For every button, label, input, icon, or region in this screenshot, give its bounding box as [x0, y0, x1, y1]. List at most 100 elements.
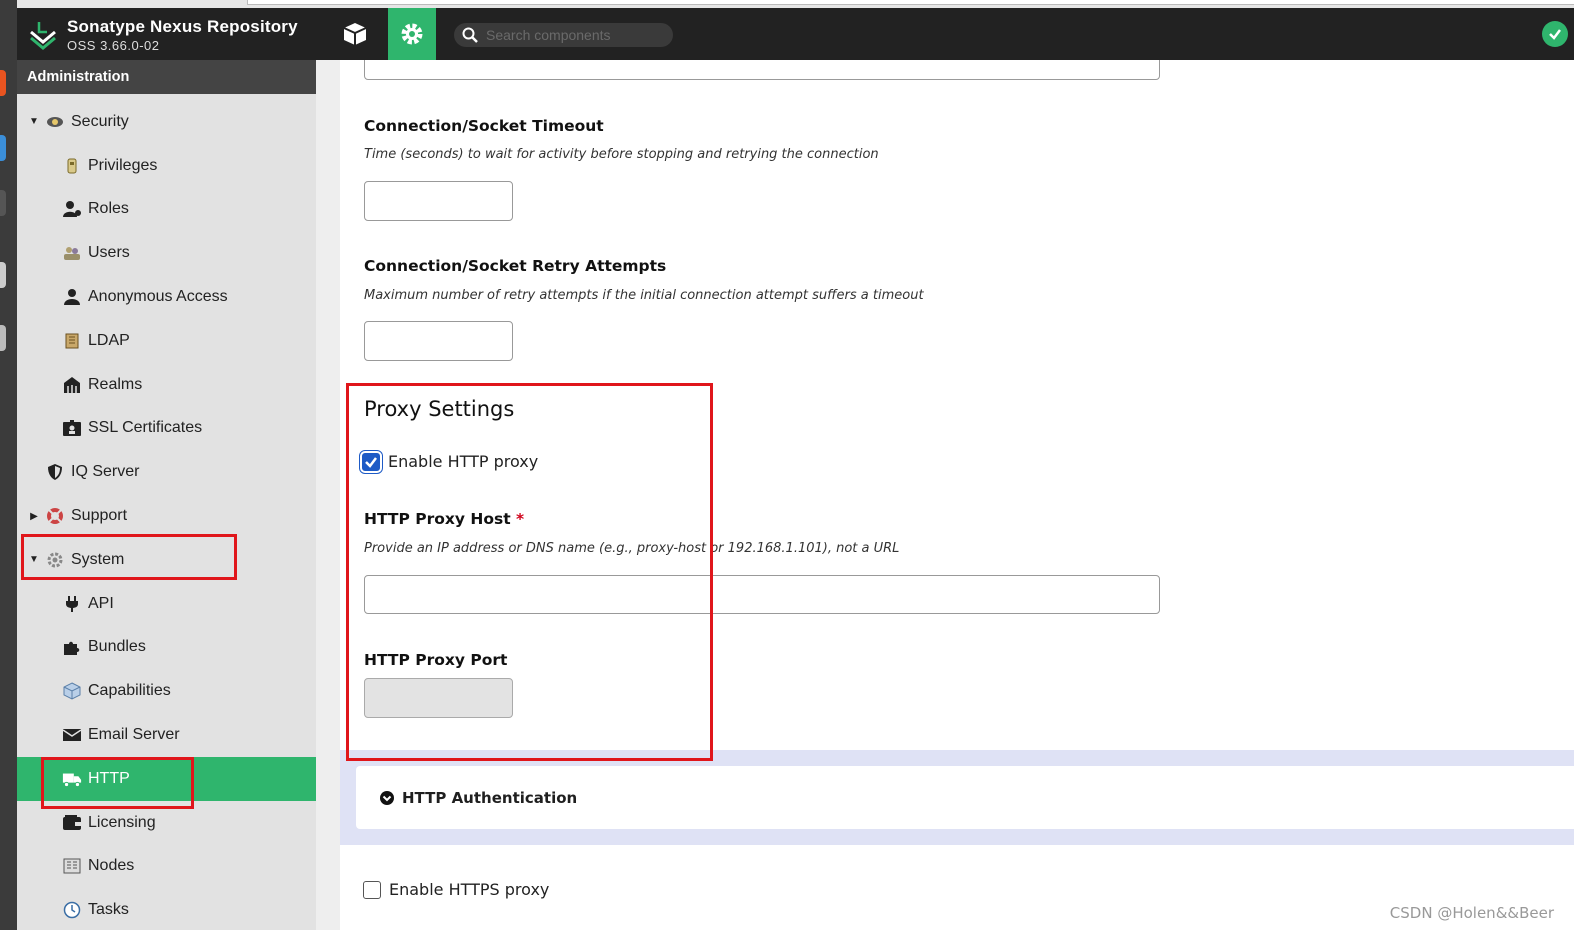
enable-http-proxy-checkbox[interactable]: Enable HTTP proxy: [362, 452, 538, 471]
administration-button[interactable]: [388, 8, 436, 60]
search-input[interactable]: [486, 27, 666, 43]
support-icon: [45, 506, 65, 526]
sidebar-item-label: Anonymous Access: [88, 288, 228, 306]
enable-https-proxy-checkbox[interactable]: Enable HTTPS proxy: [363, 880, 549, 899]
security-icon: [45, 112, 65, 132]
plug-icon: [62, 594, 82, 614]
sidebar-item-label: HTTP: [88, 770, 130, 788]
sidebar-item-label: Licensing: [88, 814, 156, 832]
sidebar-header: Administration: [17, 60, 316, 94]
dock-app-icon[interactable]: [0, 190, 6, 216]
sidebar-item-users[interactable]: Users: [17, 231, 316, 275]
timeout-help: Time (seconds) to wait for activity befo…: [364, 147, 879, 162]
sidebar-item-label: Roles: [88, 200, 129, 218]
sidebar-item-label: Tasks: [88, 901, 129, 919]
caret-down-icon[interactable]: ▼: [27, 554, 41, 565]
sidebar-item-nodes[interactable]: Nodes: [17, 845, 316, 889]
caret-right-icon[interactable]: ▶: [27, 511, 41, 522]
previous-field-input[interactable]: [364, 60, 1160, 80]
envelope-icon: [62, 725, 82, 745]
users-icon: [62, 243, 82, 263]
dock-app-icon[interactable]: [0, 262, 6, 288]
gear-icon: [45, 550, 65, 570]
sidebar-item-label: System: [71, 551, 124, 569]
sidebar-item-anonymous-access[interactable]: Anonymous Access: [17, 275, 316, 319]
timeout-label: Connection/Socket Timeout: [364, 117, 604, 135]
sidebar-item-label: Support: [71, 507, 127, 525]
enable-https-proxy-label: Enable HTTPS proxy: [389, 880, 549, 899]
checkbox-checked-icon[interactable]: [362, 453, 380, 471]
dock-app-icon[interactable]: [0, 135, 6, 161]
http-auth-section: HTTP Authentication: [340, 750, 1574, 845]
sidebar-item-label: Privileges: [88, 157, 157, 175]
top-navbar: Sonatype Nexus Repository OSS 3.66.0-02: [17, 8, 1574, 60]
sidebar-item-http[interactable]: HTTP: [17, 757, 316, 801]
system-status-ok-icon[interactable]: [1542, 21, 1568, 47]
required-mark: *: [516, 510, 524, 528]
cube-icon: [342, 21, 368, 47]
sidebar-item-label: IQ Server: [71, 463, 139, 481]
proxy-port-label: HTTP Proxy Port: [364, 651, 507, 669]
sidebar-item-support[interactable]: ▶ Support: [17, 494, 316, 538]
proxy-host-input[interactable]: [364, 575, 1160, 614]
gear-icon: [399, 21, 425, 47]
sidebar-item-privileges[interactable]: Privileges: [17, 144, 316, 188]
search-icon: [462, 27, 478, 43]
timeout-input[interactable]: [364, 181, 513, 221]
truck-icon: [62, 769, 82, 789]
dock-app-icon[interactable]: [0, 70, 6, 96]
caret-down-icon[interactable]: ▼: [27, 116, 41, 127]
sidebar-item-tasks[interactable]: Tasks: [17, 888, 316, 932]
proxy-port-input[interactable]: [364, 678, 513, 718]
admin-tree: ▼Security Privileges Roles Users Anonymous A…: [17, 100, 316, 932]
os-dock: [0, 0, 17, 930]
enable-http-proxy-label: Enable HTTP proxy: [388, 452, 538, 471]
proxy-host-help: Provide an IP address or DNS name (e.g.,…: [364, 541, 899, 556]
puzzle-icon: [62, 637, 82, 657]
anonymous-icon: [62, 287, 82, 307]
sidebar-item-realms[interactable]: Realms: [17, 363, 316, 407]
browser-chrome: [17, 0, 1574, 8]
sidebar-item-capabilities[interactable]: Capabilities: [17, 669, 316, 713]
clock-icon: [62, 900, 82, 920]
sidebar-item-label: Bundles: [88, 638, 146, 656]
ldap-icon: [62, 331, 82, 351]
sidebar-item-roles[interactable]: Roles: [17, 188, 316, 232]
cube-icon: [62, 681, 82, 701]
sidebar-item-label: Realms: [88, 376, 142, 394]
retry-input[interactable]: [364, 321, 513, 361]
sidebar-item-system[interactable]: ▼ System: [17, 538, 316, 582]
wallet-icon: [62, 813, 82, 833]
privileges-icon: [62, 156, 82, 176]
sidebar-item-api[interactable]: API: [17, 582, 316, 626]
sidebar-item-email-server[interactable]: Email Server: [17, 713, 316, 757]
nodes-icon: [62, 856, 82, 876]
checkbox-unchecked-icon[interactable]: [363, 881, 381, 899]
chevron-down-circle-icon[interactable]: [380, 791, 394, 805]
realms-icon: [62, 375, 82, 395]
retry-label: Connection/Socket Retry Attempts: [364, 257, 666, 275]
sidebar-item-ldap[interactable]: LDAP: [17, 319, 316, 363]
sidebar-item-licensing[interactable]: Licensing: [17, 801, 316, 845]
sidebar-item-label: Capabilities: [88, 682, 171, 700]
admin-sidebar: Administration ▼Security Privileges Roles U…: [17, 60, 316, 930]
dock-app-icon[interactable]: [0, 325, 6, 351]
proxy-settings-title: Proxy Settings: [364, 397, 514, 421]
retry-help: Maximum number of retry attempts if the …: [364, 288, 924, 303]
content-gutter: [316, 60, 340, 930]
sidebar-item-label: SSL Certificates: [88, 419, 202, 437]
sidebar-item-bundles[interactable]: Bundles: [17, 626, 316, 670]
proxy-host-label: HTTP Proxy Host *: [364, 510, 524, 528]
roles-icon: [62, 199, 82, 219]
sidebar-item-security[interactable]: ▼Security: [17, 100, 316, 144]
http-auth-title: HTTP Authentication: [402, 789, 577, 807]
browse-button[interactable]: [331, 8, 379, 60]
app-version: OSS 3.66.0-02: [67, 38, 160, 53]
sidebar-item-ssl-certificates[interactable]: SSL Certificates: [17, 407, 316, 451]
http-auth-header[interactable]: HTTP Authentication: [356, 766, 1574, 829]
sidebar-item-label: LDAP: [88, 332, 130, 350]
app-title: Sonatype Nexus Repository: [67, 17, 298, 37]
shield-icon: [45, 462, 65, 482]
search-box[interactable]: [454, 23, 673, 47]
sidebar-item-iq-server[interactable]: ▼IQ Server: [17, 450, 316, 494]
